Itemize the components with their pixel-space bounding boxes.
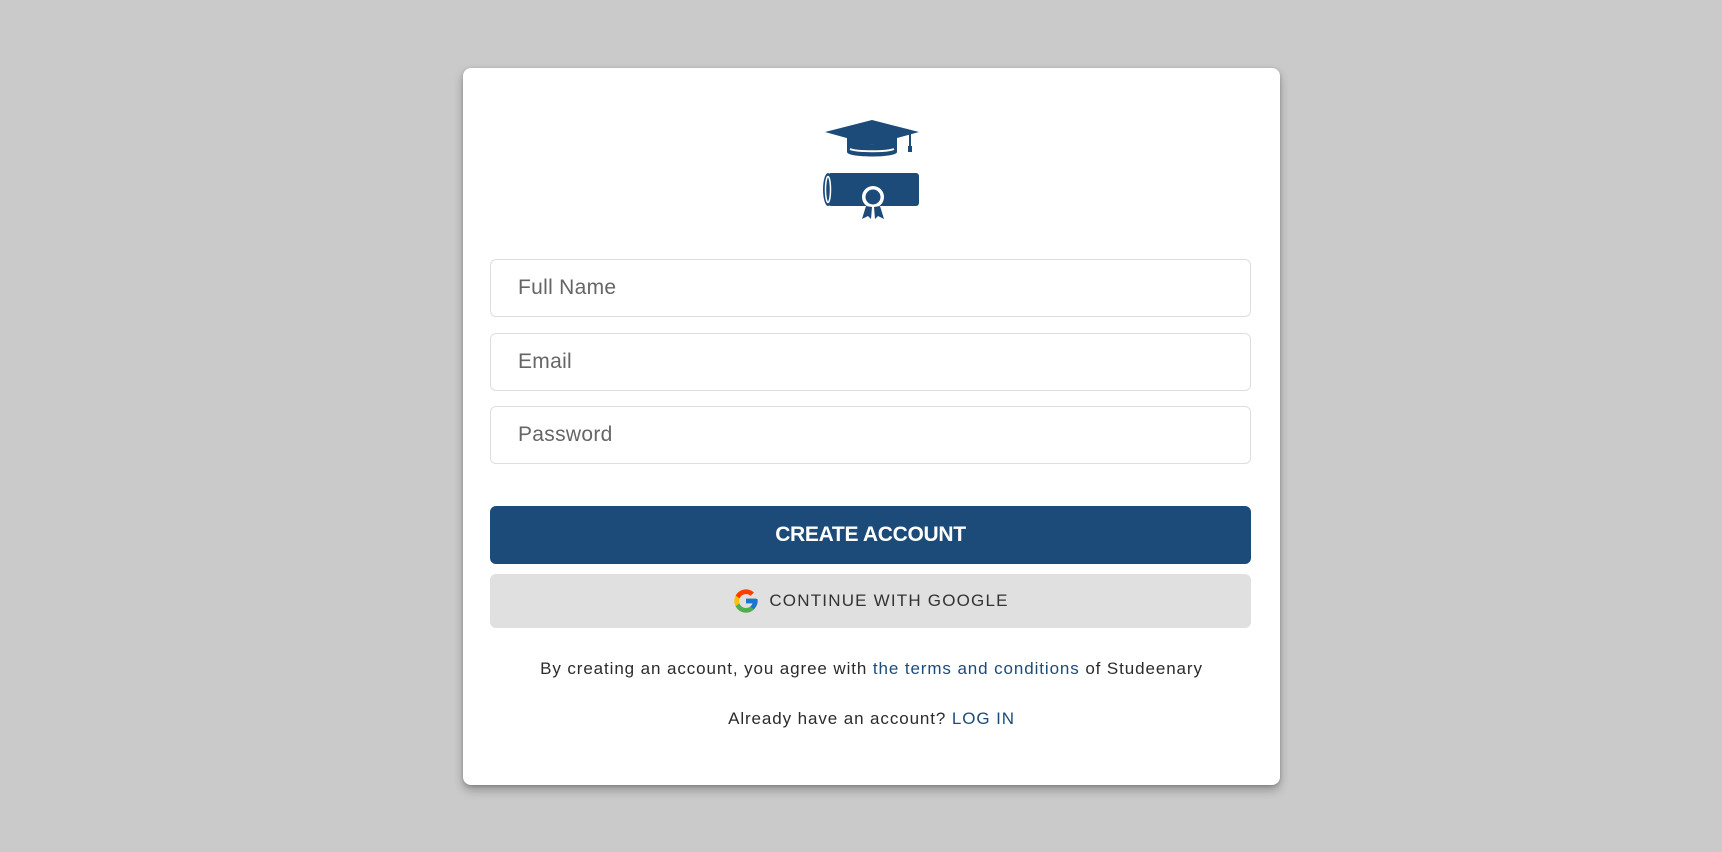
email-input[interactable] xyxy=(490,333,1251,391)
create-account-button[interactable]: CREATE ACCOUNT xyxy=(490,506,1251,564)
password-input[interactable] xyxy=(490,406,1251,464)
signup-card: CREATE ACCOUNT CONTINUE WITH GOOGLE By c… xyxy=(463,68,1280,785)
terms-suffix: of Studeenary xyxy=(1079,659,1203,678)
terms-prefix: By creating an account, you agree with xyxy=(540,659,873,678)
continue-with-google-label: CONTINUE WITH GOOGLE xyxy=(769,591,1009,610)
terms-and-conditions-link[interactable]: the terms and conditions xyxy=(873,659,1080,678)
graduation-cap-diploma-icon xyxy=(822,118,922,220)
log-in-link[interactable]: LOG IN xyxy=(952,709,1015,728)
google-g-icon xyxy=(732,587,760,615)
login-prompt: Already have an account? LOG IN xyxy=(463,709,1280,729)
login-prompt-text: Already have an account? xyxy=(728,709,952,728)
terms-notice: By creating an account, you agree with t… xyxy=(463,659,1280,679)
full-name-input[interactable] xyxy=(490,259,1251,317)
continue-with-google-button[interactable]: CONTINUE WITH GOOGLE xyxy=(490,574,1251,628)
